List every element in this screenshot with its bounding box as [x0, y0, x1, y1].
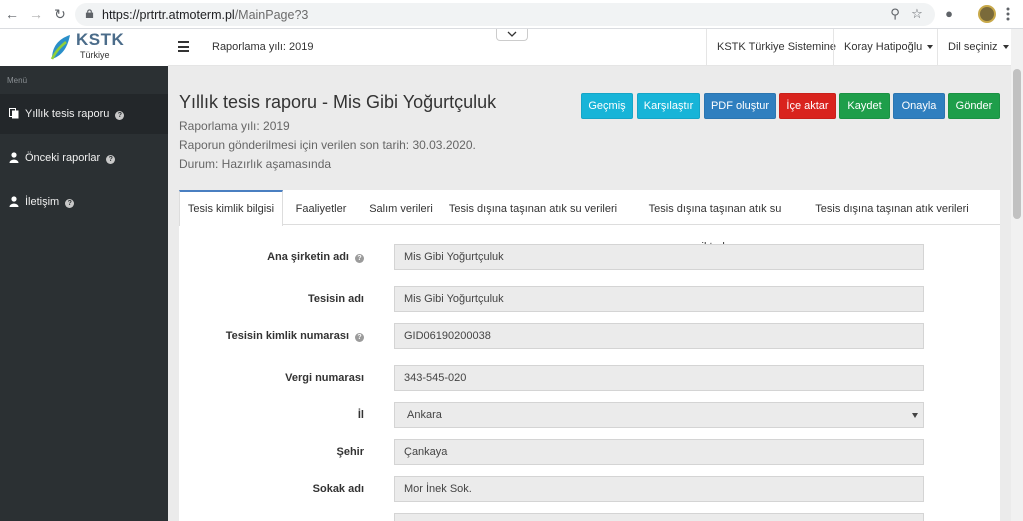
report-card: Tesis kimlik bilgisi Faaliyetler Salım v… [179, 190, 1000, 521]
url-host: https://prtrtr.atmoterm.pl [102, 8, 235, 22]
sidebar-item-text: İletişim [25, 196, 60, 208]
system-link-label: KSTK Türkiye Sistemine [717, 41, 837, 53]
next-field[interactable] [394, 513, 924, 521]
tab-wastewater-amounts[interactable]: Tesis dışına taşınan atık su miktarları [625, 190, 805, 253]
history-button[interactable]: Geçmiş [581, 93, 633, 119]
user-name: Koray Hatipoğlu [844, 41, 923, 53]
field-label: Tesisin kimlik numarası? [226, 330, 364, 342]
logo[interactable]: KSTK Türkiye [0, 29, 168, 66]
street-label: Sokak adı [312, 483, 364, 495]
language-select[interactable]: Dil seçiniz [937, 29, 1019, 66]
reload-icon[interactable]: ↻ [52, 6, 68, 22]
logo-country: Türkiye [80, 50, 110, 60]
reporting-year-label: Raporlama yılı: 2019 [212, 41, 314, 53]
document-icon [9, 108, 19, 119]
person-icon [9, 196, 19, 207]
field-label: Ana şirketin adı? [267, 251, 364, 263]
user-menu[interactable]: Koray Hatipoğlu [833, 29, 943, 66]
deadline-text: Raporun gönderilmesi için verilen son ta… [179, 138, 476, 152]
sidebar-item-annual-report[interactable]: Yıllık tesis raporu? [0, 94, 168, 134]
tab-activities[interactable]: Faaliyetler [287, 190, 355, 225]
province-label: İl [357, 409, 364, 421]
hamburger-menu-icon[interactable] [178, 41, 189, 52]
chevron-down-icon [927, 45, 934, 50]
help-icon[interactable]: ? [106, 155, 116, 164]
language-label: Dil seçiniz [948, 41, 998, 53]
save-button[interactable]: Kaydet [839, 93, 890, 119]
send-button[interactable]: Gönder [948, 93, 1000, 119]
facility-id-field[interactable]: GID06190200038 [394, 323, 924, 349]
sidebar-item-text: Önceki raporlar [25, 152, 101, 164]
help-icon[interactable]: ? [355, 333, 364, 342]
tax-number-label: Vergi numarası [285, 372, 364, 384]
more-menu-icon[interactable] [1006, 6, 1010, 22]
form-row-street: Sokak adı Mor İnek Sok. [179, 476, 1000, 502]
city-label: Şehir [336, 446, 364, 458]
url-text: https://prtrtr.atmoterm.pl/MainPage?3 [102, 8, 308, 22]
street-field[interactable]: Mor İnek Sok. [394, 476, 924, 502]
tax-number-field[interactable]: 343-545-020 [394, 365, 924, 391]
chevron-down-icon [1002, 45, 1009, 50]
approve-button[interactable]: Onayla [893, 93, 945, 119]
chevron-down-icon [507, 31, 517, 37]
extension-icon[interactable]: ● [940, 5, 958, 23]
sidebar: Menü Yıllık tesis raporu? Önceki raporla… [0, 66, 168, 521]
chevron-down-icon [912, 413, 918, 418]
tab-wastewater-data[interactable]: Tesis dışına taşınan atık su verileri [447, 190, 619, 225]
parent-company-field[interactable]: Mis Gibi Yoğurtçuluk [394, 244, 924, 270]
facility-id-label: Tesisin kimlik numarası [225, 330, 349, 342]
back-icon[interactable]: ← [4, 6, 20, 22]
province-value: Ankara [407, 409, 442, 421]
facility-name-field[interactable]: Mis Gibi Yoğurtçuluk [394, 286, 924, 312]
compare-button[interactable]: Karşılaştır [637, 93, 700, 119]
profile-avatar[interactable] [978, 5, 996, 23]
city-field[interactable]: Çankaya [394, 439, 924, 465]
form-row-tax-number: Vergi numarası 343-545-020 [179, 365, 1000, 391]
pdf-create-button[interactable]: PDF oluştur [704, 93, 776, 119]
help-icon[interactable]: ? [65, 199, 75, 208]
form-row-facility-name: Tesisin adı Mis Gibi Yoğurtçuluk [179, 286, 1000, 312]
parent-company-label: Ana şirketin adı [267, 251, 349, 263]
help-icon[interactable]: ? [355, 254, 364, 263]
import-button[interactable]: İçe aktar [779, 93, 836, 119]
url-path: /MainPage?3 [234, 8, 309, 22]
forward-icon[interactable]: → [28, 6, 44, 22]
page-title: Yıllık tesis raporu - Mis Gibi Yoğurtçul… [179, 92, 497, 112]
system-link[interactable]: KSTK Türkiye Sistemine [706, 29, 846, 66]
form-row-province: İl Ankara [179, 402, 1000, 428]
main-content: Yıllık tesis raporu - Mis Gibi Yoğurtçul… [168, 66, 1011, 521]
page-scrollbar[interactable] [1011, 29, 1023, 521]
star-icon[interactable]: ☆ [908, 5, 926, 23]
logo-leaf-icon [50, 35, 70, 60]
form-row-facility-id: Tesisin kimlik numarası? GID06190200038 [179, 323, 1000, 349]
reporting-year-text: Raporlama yılı: 2019 [179, 119, 290, 133]
collapse-header-toggle[interactable] [496, 29, 528, 41]
tab-facility-identity[interactable]: Tesis kimlik bilgisi [179, 190, 283, 226]
key-icon[interactable]: ⚲ [886, 5, 904, 23]
sidebar-item-label: İletişim? [25, 196, 75, 208]
lock-icon [85, 9, 94, 18]
facility-name-label: Tesisin adı [307, 293, 364, 305]
sidebar-item-label: Önceki raporlar? [25, 152, 116, 164]
status-text: Durum: Hazırlık aşamasında [179, 157, 332, 171]
form-row-city: Şehir Çankaya [179, 439, 1000, 465]
help-icon[interactable]: ? [115, 111, 125, 120]
province-select[interactable]: Ankara [394, 402, 924, 428]
tab-emission-data[interactable]: Salım verileri [359, 190, 443, 225]
sidebar-item-text: Yıllık tesis raporu [25, 108, 110, 120]
report-tabs: Tesis kimlik bilgisi Faaliyetler Salım v… [179, 190, 1000, 253]
sidebar-header: Menü [7, 76, 28, 85]
user-icon [9, 152, 19, 163]
sidebar-item-label: Yıllık tesis raporu? [25, 108, 125, 120]
browser-toolbar: ← → ↻ https://prtrtr.atmoterm.pl/MainPag… [0, 0, 1023, 29]
form-row-next [179, 513, 1000, 521]
logo-brand: KSTK [76, 30, 125, 49]
tab-waste-data[interactable]: Tesis dışına taşınan atık verileri [813, 190, 971, 225]
sidebar-item-contact[interactable]: İletişim? [0, 182, 168, 222]
address-bar[interactable]: https://prtrtr.atmoterm.pl/MainPage?3 [75, 3, 935, 26]
scrollbar-thumb[interactable] [1013, 69, 1021, 219]
sidebar-item-previous-reports[interactable]: Önceki raporlar? [0, 138, 168, 178]
form-row-parent-company: Ana şirketin adı? Mis Gibi Yoğurtçuluk [179, 244, 1000, 270]
